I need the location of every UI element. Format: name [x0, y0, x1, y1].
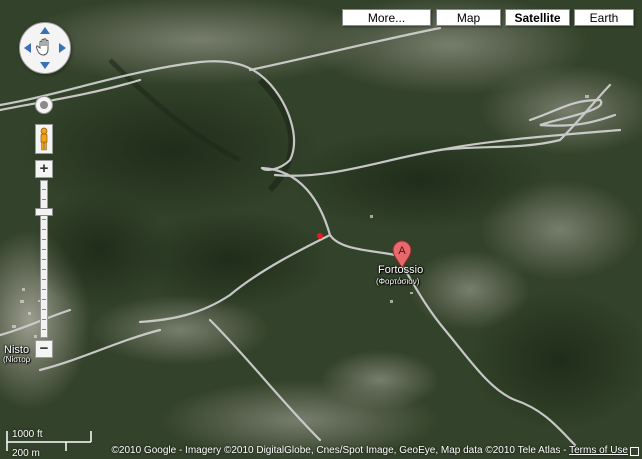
pan-left-icon[interactable] — [24, 43, 31, 53]
map-type-satellite-button[interactable]: Satellite — [505, 9, 570, 26]
reset-view-button[interactable] — [35, 96, 53, 114]
pegman-icon — [40, 127, 48, 151]
town-label: Fortossio — [378, 264, 424, 276]
hand-icon — [35, 38, 49, 56]
pan-right-icon[interactable] — [59, 43, 66, 53]
satellite-imagery — [0, 0, 642, 459]
more-button[interactable]: More... — [342, 9, 431, 26]
zoom-out-button[interactable]: − — [35, 340, 53, 358]
town-greek-label: (Φορτόσιον) — [376, 277, 420, 286]
map-type-map-button[interactable]: Map — [436, 9, 501, 26]
pan-down-icon[interactable] — [40, 62, 50, 69]
attribution: ©2010 Google - Imagery ©2010 DigitalGlob… — [60, 445, 628, 457]
map-type-earth-button[interactable]: Earth — [574, 9, 634, 26]
marker-letter: A — [398, 245, 406, 257]
zoom-slider-track[interactable] — [40, 180, 48, 338]
scale-metric-label: 200 m — [12, 448, 40, 459]
zoom-slider-thumb[interactable] — [35, 208, 53, 216]
west-town-greek-label: (Νίστορ — [3, 355, 31, 364]
terms-of-use-link[interactable]: Terms of Use — [569, 445, 628, 456]
zoom-in-button[interactable]: + — [35, 160, 53, 178]
pan-up-icon[interactable] — [40, 27, 50, 34]
attribution-text: ©2010 Google - Imagery ©2010 DigitalGlob… — [111, 445, 570, 456]
red-point-marker — [317, 233, 323, 239]
map-canvas[interactable]: More... Map Satellite Earth + − A Fortos… — [0, 0, 642, 459]
street-view-pegman[interactable] — [35, 124, 53, 154]
pan-control[interactable] — [19, 22, 71, 74]
scale-imperial-label: 1000 ft — [12, 429, 43, 440]
map-corner-icon[interactable] — [630, 447, 639, 456]
